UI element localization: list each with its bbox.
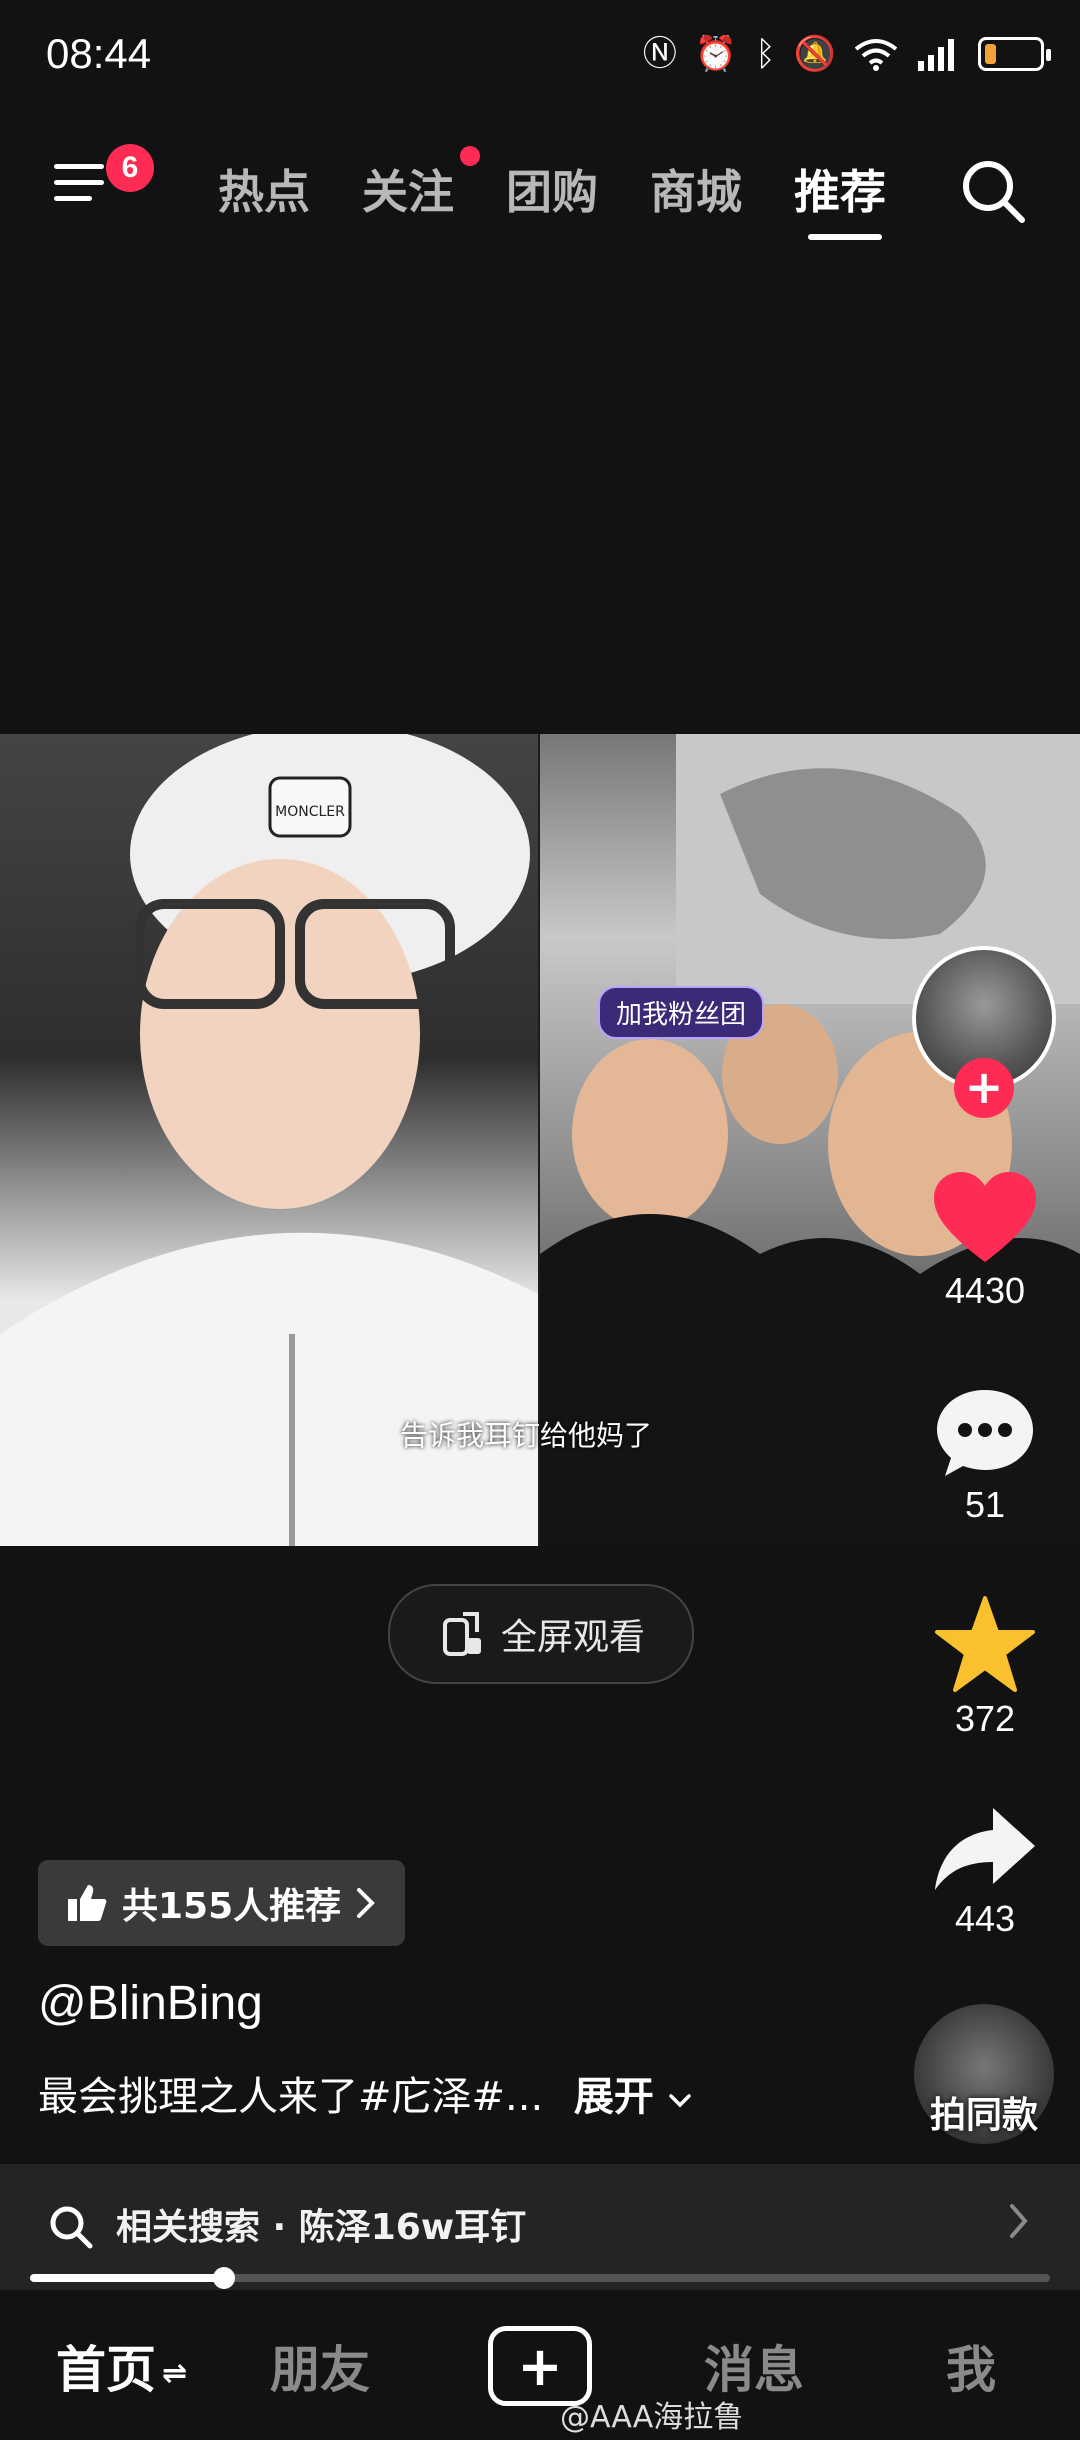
caption-text: 最会挑理之人来了#庀泽#... bbox=[38, 2074, 544, 2120]
status-time: 08:44 bbox=[46, 30, 152, 77]
tab-mall[interactable]: 商城 bbox=[650, 156, 742, 222]
like-button[interactable]: 4430 bbox=[910, 1170, 1060, 1312]
related-search-text: 相关搜索 · 陈泽16w耳钉 bbox=[116, 2207, 527, 2248]
signal-icon bbox=[918, 39, 954, 71]
status-icons: Ⓝ ⏰ ᛒ 🔕 bbox=[642, 34, 1051, 74]
bottom-nav: 首页 ⇌ 朋友 + 消息 我 bbox=[0, 2290, 1080, 2440]
battery-fill bbox=[985, 44, 996, 64]
video-caption: 最会挑理之人来了#庀泽#... 展开 bbox=[38, 2064, 692, 2122]
following-dot bbox=[460, 146, 480, 166]
active-tab-underline bbox=[808, 234, 882, 240]
favorite-button[interactable]: 372 bbox=[910, 1594, 1060, 1740]
related-search-bar[interactable]: 相关搜索 · 陈泽16w耳钉 bbox=[0, 2164, 1080, 2290]
video-subtitle: 告诉我耳钉给他妈了 bbox=[400, 1419, 653, 1452]
menu-button[interactable]: 6 bbox=[54, 144, 154, 220]
nav-friends[interactable]: 朋友 bbox=[270, 2330, 370, 2402]
author-handle[interactable]: @BlinBing bbox=[38, 1976, 263, 2031]
top-nav: 6 热点 关注 团购 商城 推荐 bbox=[0, 130, 1080, 260]
chevron-right-icon bbox=[357, 1888, 375, 1918]
comment-button[interactable]: 51 bbox=[910, 1384, 1060, 1526]
svg-text:MONCLER: MONCLER bbox=[275, 804, 345, 820]
watermark: @AAA海拉鲁 bbox=[560, 2400, 744, 2435]
tab-recommend[interactable]: 推荐 bbox=[794, 156, 886, 222]
menu-icon-line bbox=[54, 180, 104, 185]
comment-count: 51 bbox=[964, 1484, 1006, 1525]
star-icon bbox=[935, 1596, 1035, 1692]
tab-hot[interactable]: 热点 bbox=[218, 156, 310, 222]
search-icon[interactable] bbox=[958, 156, 1028, 226]
nfc-icon: Ⓝ bbox=[642, 34, 677, 74]
recommend-pill[interactable]: 共155人推荐 bbox=[38, 1860, 406, 1946]
alarm-icon: ⏰ bbox=[694, 34, 738, 74]
nav-me[interactable]: 我 bbox=[946, 2330, 996, 2402]
plus-icon: + bbox=[517, 2334, 563, 2398]
favorite-count: 372 bbox=[954, 1698, 1016, 1739]
menu-badge: 6 bbox=[106, 144, 154, 192]
mute-icon: 🔕 bbox=[793, 34, 836, 74]
chevron-right-icon bbox=[1010, 2204, 1028, 2238]
fullscreen-button[interactable]: 全屏观看 bbox=[388, 1584, 694, 1684]
menu-icon bbox=[54, 164, 104, 169]
recommend-count: 共155人推荐 bbox=[122, 1886, 342, 1927]
fullscreen-rotate-icon bbox=[442, 1612, 481, 1656]
nav-home-label: 首页 bbox=[56, 2341, 156, 2399]
thumbs-up-icon bbox=[68, 1885, 107, 1921]
status-bar: 08:44 Ⓝ ⏰ ᛒ 🔕 bbox=[0, 0, 1080, 110]
share-icon bbox=[935, 1808, 1035, 1890]
battery-low-icon bbox=[978, 37, 1051, 71]
nav-home[interactable]: 首页 ⇌ bbox=[56, 2330, 187, 2402]
tab-group-buy[interactable]: 团购 bbox=[506, 156, 598, 222]
wifi-icon bbox=[854, 39, 898, 71]
fans-club-tag[interactable]: 加我粉丝团 bbox=[598, 986, 765, 1039]
same-style-label[interactable]: 拍同款 bbox=[904, 2086, 1064, 2138]
fullscreen-label: 全屏观看 bbox=[500, 1617, 645, 1658]
refresh-arrows-icon: ⇌ bbox=[162, 2356, 188, 2391]
share-button[interactable]: 443 bbox=[910, 1802, 1060, 1940]
heart-icon bbox=[934, 1172, 1036, 1262]
menu-icon-line bbox=[54, 196, 92, 201]
video-progress-fill bbox=[30, 2274, 224, 2282]
video-progress-bar[interactable] bbox=[30, 2267, 1050, 2289]
tab-following[interactable]: 关注 bbox=[362, 156, 454, 222]
expand-label: 展开 bbox=[573, 2074, 654, 2120]
expand-button[interactable]: 展开 bbox=[574, 2074, 692, 2120]
video-progress-handle[interactable] bbox=[212, 2267, 235, 2289]
search-icon bbox=[50, 2206, 93, 2249]
share-count: 443 bbox=[954, 1898, 1016, 1939]
bluetooth-icon: ᛒ bbox=[755, 34, 776, 74]
like-count: 4430 bbox=[944, 1270, 1026, 1311]
comment-icon bbox=[937, 1390, 1033, 1476]
follow-button[interactable]: + bbox=[954, 1058, 1014, 1118]
chevron-down-icon bbox=[669, 2094, 691, 2108]
